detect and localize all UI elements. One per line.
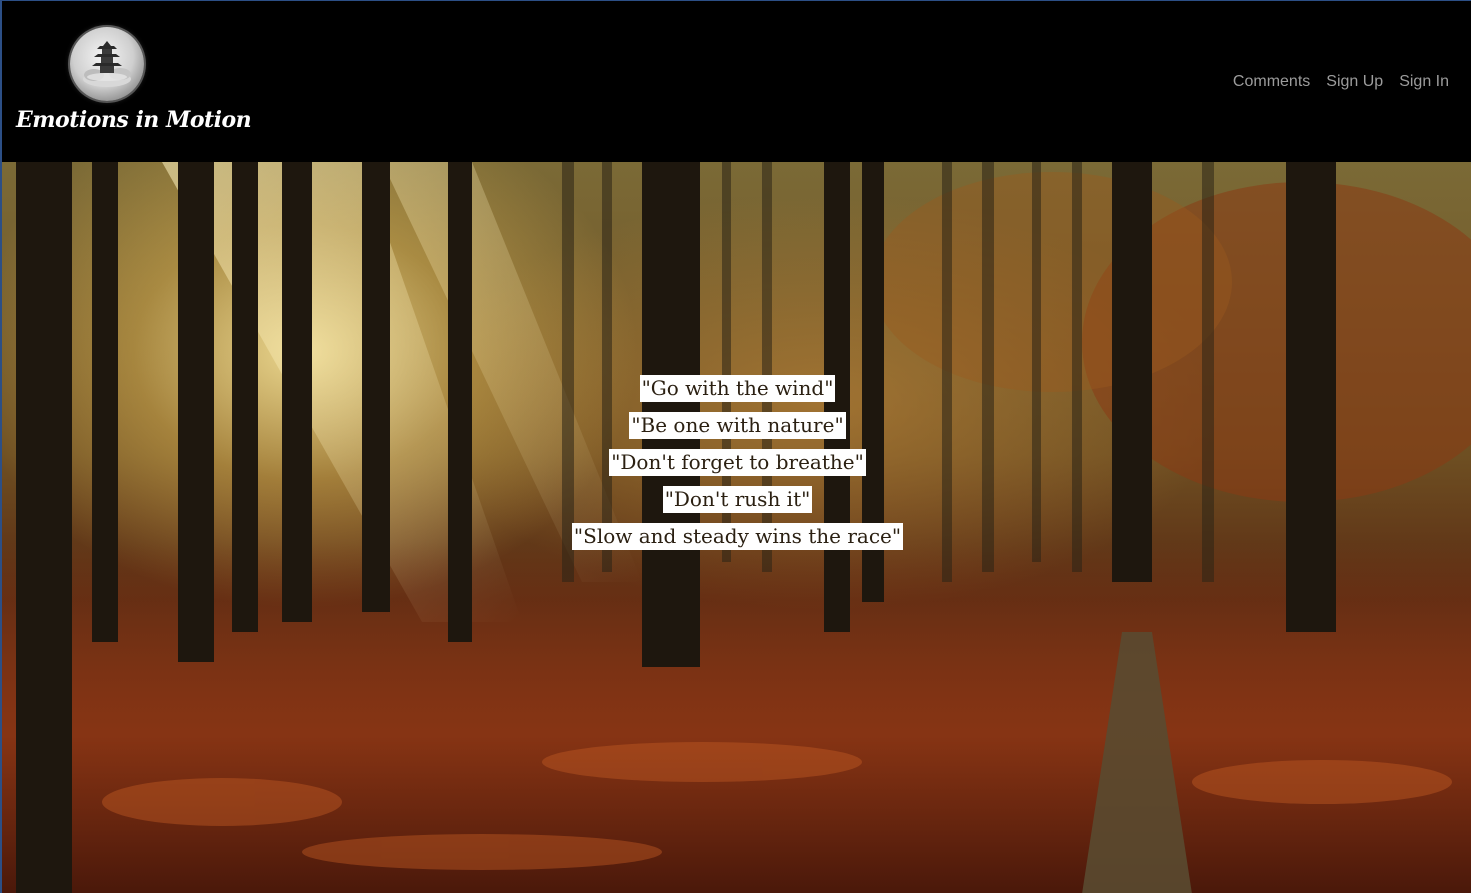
quote-item: "Go with the wind" (639, 375, 836, 402)
brand-name[interactable]: Emotions in Motion (16, 107, 252, 133)
quote-item: "Don't rush it" (662, 486, 813, 513)
nav-link-sign-up[interactable]: Sign Up (1326, 73, 1383, 91)
brand[interactable]: Emotions in Motion (16, 27, 252, 147)
nav-link-sign-in[interactable]: Sign In (1399, 73, 1449, 91)
hero-section: "Go with the wind" "Be one with nature" … (2, 162, 1471, 893)
page: Emotions in Motion Comments Sign Up Sign… (0, 0, 1471, 893)
quote-item: "Be one with nature" (629, 412, 846, 439)
navbar: Emotions in Motion Comments Sign Up Sign… (2, 1, 1471, 162)
nav-link-comments[interactable]: Comments (1233, 73, 1310, 91)
quotes-list: "Go with the wind" "Be one with nature" … (2, 375, 1471, 550)
quote-item: "Slow and steady wins the race" (571, 523, 904, 550)
pagoda-logo-icon[interactable] (70, 27, 144, 101)
nav-menu: Comments Sign Up Sign In (1233, 73, 1449, 91)
quote-item: "Don't forget to breathe" (609, 449, 866, 476)
